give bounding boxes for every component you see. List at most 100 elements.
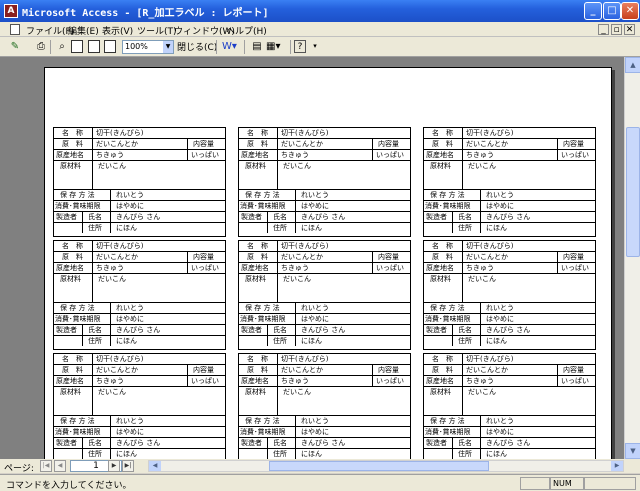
- vertical-scroll-thumb[interactable]: [626, 127, 640, 257]
- divider: [277, 263, 278, 273]
- storage-label: 保 存 方 法: [245, 191, 280, 199]
- material-value: だいこん: [283, 388, 311, 396]
- product-label-6: 名 称 切干(きんぴら) 原 料 だいこんとか 内容量 原産地名 ちきゅう いっぱい 原材料 だい…: [53, 353, 226, 459]
- horizontal-scrollbar[interactable]: ◀ ▶: [148, 460, 624, 472]
- divider: [480, 438, 481, 448]
- label-row: 名 称 切干(きんぴら): [54, 241, 225, 252]
- multiple-pages-icon[interactable]: [104, 40, 116, 53]
- database-window-icon[interactable]: ▤: [250, 40, 264, 53]
- access-app-icon[interactable]: A: [4, 4, 18, 18]
- label-row: 原 料 だいこんとか 内容量: [424, 252, 595, 263]
- raw-label: 原 料: [247, 366, 268, 374]
- two-pages-icon[interactable]: [88, 40, 100, 53]
- origin-value: ちきゅう: [96, 151, 124, 159]
- storage-label: 保 存 方 法: [245, 304, 280, 312]
- report-document-icon[interactable]: [10, 24, 20, 35]
- label-row: 製造者 氏名 きんぴら さん: [424, 325, 595, 346]
- last-page-button[interactable]: ▶|: [122, 460, 134, 472]
- scroll-up-button[interactable]: ▲: [625, 57, 640, 73]
- raw-value: だいこんとか: [281, 140, 323, 148]
- divider: [295, 449, 296, 459]
- label-row: 住所 にほん: [239, 336, 410, 347]
- close-window-button[interactable]: ✕: [621, 2, 639, 20]
- name-value: 切干(きんぴら): [281, 242, 329, 250]
- label-row: 原産地名 ちきゅう いっぱい: [54, 150, 225, 161]
- storage-value: れいとう: [301, 304, 329, 312]
- person-label: 氏名: [88, 213, 102, 221]
- maximize-button[interactable]: □: [603, 2, 621, 20]
- raw-value: だいこんとか: [281, 366, 323, 374]
- label-row: 保 存 方 法 れいとう: [54, 190, 225, 201]
- raw-value: だいこんとか: [466, 366, 508, 374]
- material-value: だいこん: [283, 275, 311, 283]
- menu-edit[interactable]: 編集(E): [68, 24, 99, 37]
- mdi-restore-button[interactable]: ▫: [611, 24, 622, 35]
- person-label: 氏名: [273, 213, 287, 221]
- menu-file[interactable]: ファイル(F): [26, 24, 74, 37]
- divider: [277, 376, 278, 386]
- label-row: 名 称 切干(きんぴら): [54, 128, 225, 139]
- office-links-icon[interactable]: W▾: [222, 40, 237, 53]
- menu-view[interactable]: 表示(V): [102, 24, 133, 37]
- minimize-button[interactable]: _: [584, 2, 602, 20]
- label-row: 原材料 だいこん: [424, 161, 595, 190]
- report-preview-area[interactable]: 名 称切干(きんぴら) 原 料だいこんとか 内容量 原産地名 ちきゅう いっぱい 原材料 だい…: [0, 57, 624, 459]
- zoom-icon[interactable]: ⌕: [55, 40, 69, 53]
- name-value: 切干(きんぴら): [96, 355, 144, 363]
- previous-page-button[interactable]: ◀: [54, 460, 66, 472]
- storage-value: れいとう: [486, 191, 514, 199]
- material-label: 原材料: [245, 162, 266, 170]
- report-page: 名 称切干(きんぴら) 原 料だいこんとか 内容量 原産地名 ちきゅう いっぱい 原材料 だい…: [44, 67, 612, 459]
- print-icon[interactable]: ⎙: [34, 40, 48, 53]
- zoom-select[interactable]: 100% ▼: [122, 40, 174, 54]
- material-value: だいこん: [98, 388, 126, 396]
- product-label-2: 名 称 切干(きんぴら) 原 料 だいこんとか 内容量 原産地名 ちきゅう いっぱい 原材料 だい…: [423, 127, 596, 237]
- horizontal-scroll-thumb[interactable]: [269, 461, 489, 471]
- divider: [557, 139, 558, 149]
- divider: [110, 303, 111, 313]
- label-row: 原産地名 ちきゅう いっぱい: [239, 263, 410, 274]
- next-page-button[interactable]: ▶: [108, 460, 120, 472]
- help-icon[interactable]: ?: [294, 40, 306, 53]
- first-page-button[interactable]: |◀: [40, 460, 52, 472]
- mdi-close-button[interactable]: ✕: [624, 24, 635, 35]
- scroll-left-button[interactable]: ◀: [149, 461, 161, 471]
- menu-tools[interactable]: ツール(T): [137, 24, 177, 37]
- vertical-scrollbar[interactable]: ▲ ▼: [624, 57, 640, 459]
- maker-label: 製造者: [241, 213, 262, 221]
- print-preview-toolbar: ✎ ⎙ ⌕ 100% ▼ 閉じる(C) W▾ ▤ ▦▾ ? ▾: [0, 37, 640, 57]
- menu-help[interactable]: ヘルプ(H): [226, 24, 267, 37]
- divider: [557, 150, 558, 160]
- divider: [187, 150, 188, 160]
- address-label: 住所: [88, 224, 102, 232]
- new-object-icon[interactable]: ▦▾: [266, 40, 280, 53]
- divider: [462, 387, 463, 415]
- one-page-icon[interactable]: [71, 40, 83, 53]
- material-label: 原材料: [60, 388, 81, 396]
- label-row: 製造者 氏名 きんぴら さん: [239, 438, 410, 459]
- address-value: にほん: [301, 450, 322, 458]
- storage-value: れいとう: [486, 304, 514, 312]
- scroll-down-button[interactable]: ▼: [625, 443, 640, 459]
- origin-label: 原産地名: [56, 264, 84, 272]
- person-label: 氏名: [88, 439, 102, 447]
- divider: [110, 212, 111, 222]
- mdi-minimize-button[interactable]: _: [598, 24, 609, 35]
- raw-value: だいこんとか: [96, 366, 138, 374]
- divider: [92, 274, 93, 302]
- close-preview-button[interactable]: 閉じる(C): [177, 40, 217, 53]
- volume-label: 内容量: [563, 140, 584, 148]
- divider: [110, 190, 111, 200]
- label-row: 消費･賞味期限 はやめに: [424, 201, 595, 212]
- divider: [92, 150, 93, 160]
- design-view-icon[interactable]: ✎: [8, 40, 22, 53]
- toolbar-options-icon[interactable]: ▾: [308, 40, 322, 53]
- label-row: 消費･賞味期限 はやめに: [54, 427, 225, 438]
- scroll-right-button[interactable]: ▶: [611, 461, 623, 471]
- label-row: 住所 にほん: [239, 223, 410, 234]
- label-row: 原産地名 ちきゅう いっぱい: [239, 376, 410, 387]
- divider: [92, 365, 93, 375]
- divider: [110, 427, 111, 437]
- label-row: 保 存 方 法 れいとう: [54, 416, 225, 427]
- title-bar: A Microsoft Access - [R_加工ラベル : レポート] _ …: [0, 0, 640, 22]
